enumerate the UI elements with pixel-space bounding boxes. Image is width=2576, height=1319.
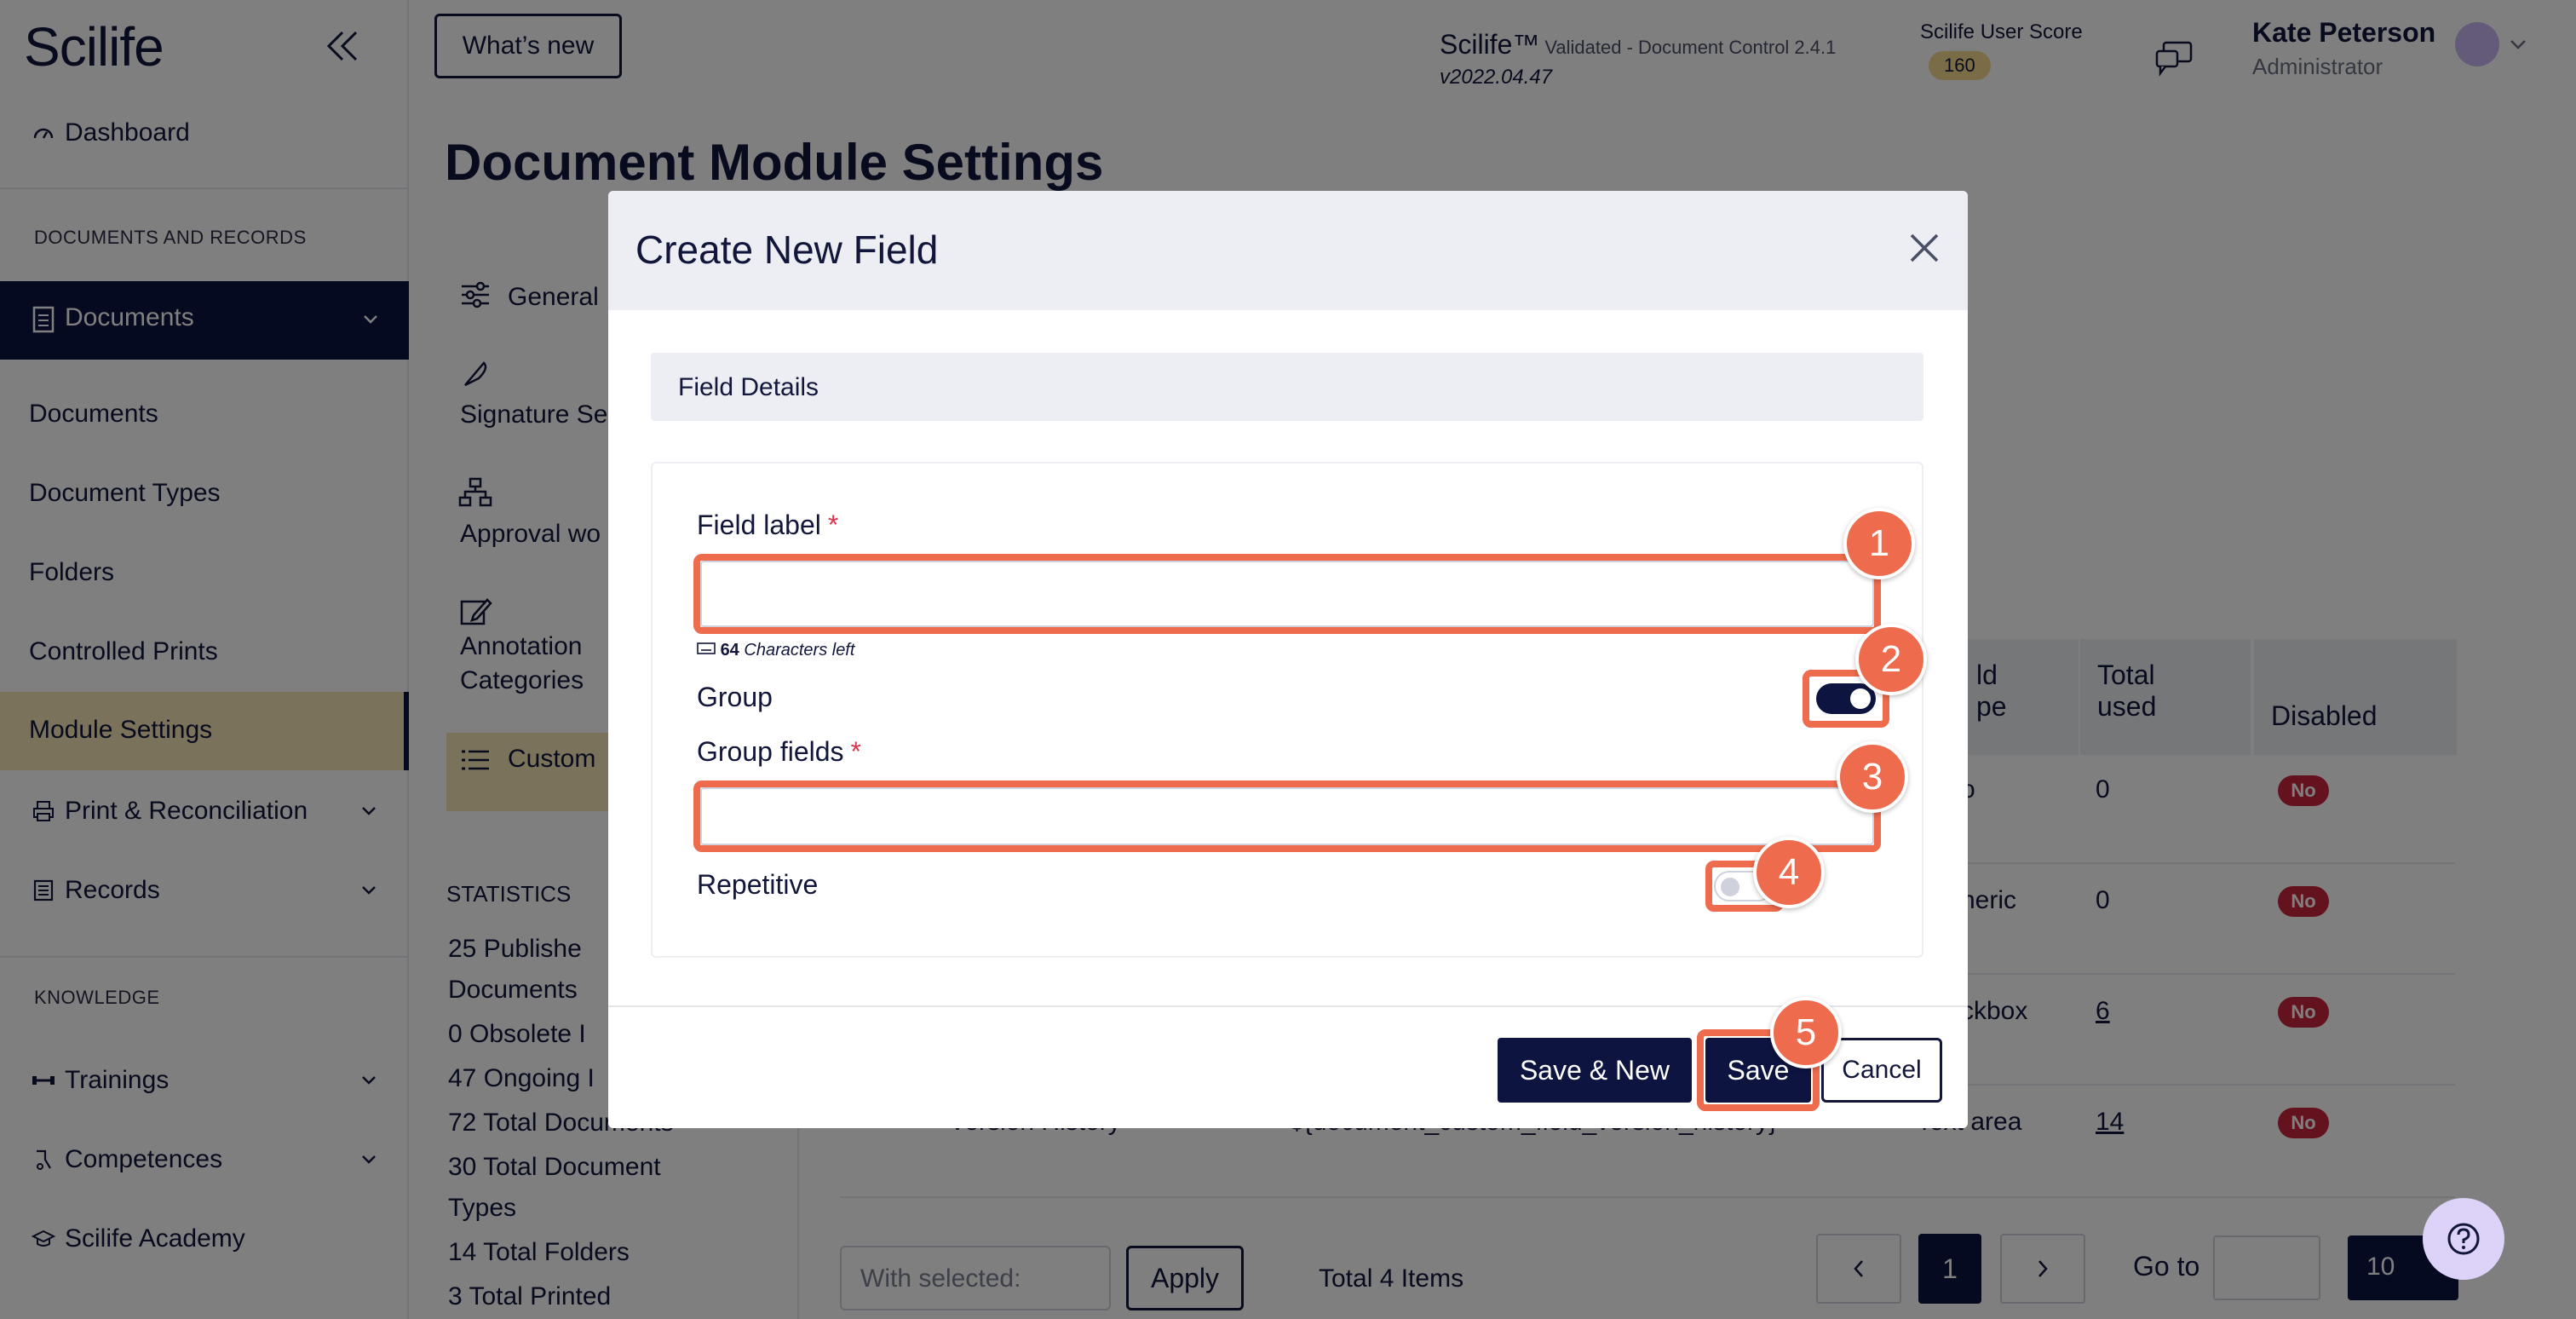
keyboard-icon bbox=[697, 642, 716, 654]
annotation-badge: 3 bbox=[1837, 741, 1908, 813]
annotation-highlight bbox=[693, 554, 1881, 634]
label-text: Group fields bbox=[697, 736, 844, 767]
repetitive-label: Repetitive bbox=[697, 869, 819, 900]
characters-left-text: Characters left bbox=[744, 641, 855, 660]
annotation-highlight bbox=[693, 780, 1881, 852]
help-button[interactable] bbox=[2423, 1198, 2504, 1280]
field-label-label: Field label * bbox=[697, 510, 838, 541]
characters-left: 64 Characters left bbox=[697, 641, 854, 660]
save-new-button[interactable]: Save & New bbox=[1498, 1038, 1692, 1103]
field-details-section: Field Details bbox=[651, 353, 1923, 421]
group-fields-label: Group fields * bbox=[697, 736, 861, 768]
annotation-badge: 5 bbox=[1770, 997, 1842, 1068]
annotation-badge: 2 bbox=[1855, 624, 1927, 695]
modal-header: Create New Field bbox=[608, 191, 1968, 310]
help-icon bbox=[2447, 1223, 2480, 1255]
group-label: Group bbox=[697, 682, 773, 712]
close-icon[interactable] bbox=[1906, 230, 1942, 266]
label-text: Field label bbox=[697, 510, 821, 540]
required-mark: * bbox=[827, 510, 839, 540]
required-mark: * bbox=[850, 736, 861, 767]
annotation-badge: 1 bbox=[1843, 508, 1915, 579]
create-field-modal: Create New Field Field Details Field lab… bbox=[608, 191, 1968, 1128]
cancel-button[interactable]: Cancel bbox=[1821, 1038, 1942, 1103]
modal-footer-divider bbox=[608, 1005, 1968, 1007]
section-title: Field Details bbox=[678, 373, 819, 401]
modal-title: Create New Field bbox=[635, 228, 939, 272]
characters-left-count: 64 bbox=[720, 641, 739, 660]
annotation-badge: 4 bbox=[1753, 837, 1825, 908]
